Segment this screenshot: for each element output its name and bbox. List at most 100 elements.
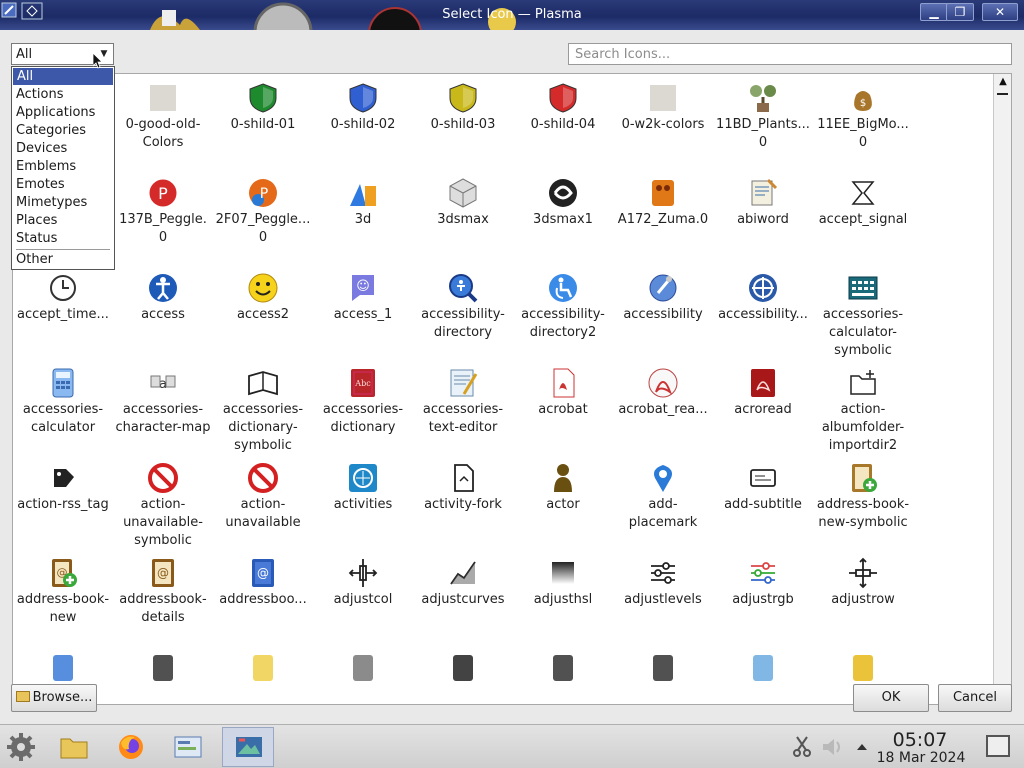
icon-cell[interactable]: Abc accessories-dictionary	[313, 363, 413, 458]
close-button[interactable]: ✕	[982, 3, 1018, 21]
icon-cell[interactable]: @ addressboo...	[213, 553, 313, 648]
dropdown-option[interactable]: Applications	[12, 104, 114, 122]
icon-cell[interactable]: adjusthsl	[513, 553, 613, 648]
icon-cell[interactable]: add-subtitle	[713, 458, 813, 553]
icon-cell[interactable]: activity-fork	[413, 458, 513, 553]
icon-cell-partial[interactable]	[113, 648, 213, 704]
icon-cell[interactable]: ☺ access_1	[313, 268, 413, 363]
icon-cell[interactable]: actor	[513, 458, 613, 553]
system-settings-icon[interactable]	[172, 731, 204, 763]
icon-cell[interactable]: address-book-new-symbolic	[813, 458, 913, 553]
icon-cell[interactable]: @ address-book-new	[13, 553, 113, 648]
icon-cell[interactable]: add-placemark	[613, 458, 713, 553]
search-input[interactable]	[568, 43, 1012, 65]
icon-cell[interactable]: 0-shild-02	[313, 78, 413, 173]
icon-cell[interactable]: @ addressbook-details	[113, 553, 213, 648]
minimize-button[interactable]: ▁	[920, 3, 948, 21]
icon-preview-icon: Abc	[346, 366, 380, 400]
cancel-button[interactable]: Cancel	[938, 684, 1012, 712]
icon-cell[interactable]: action-unavailable	[213, 458, 313, 553]
icon-cell[interactable]: adjustrgb	[713, 553, 813, 648]
icon-cell[interactable]: adjustcol	[313, 553, 413, 648]
icon-cell[interactable]: accessibility-directory	[413, 268, 513, 363]
icon-cell[interactable]: acrobat	[513, 363, 613, 458]
icon-cell[interactable]: access	[113, 268, 213, 363]
dropdown-option[interactable]: Status	[12, 230, 114, 248]
icon-cell[interactable]: accessibility	[613, 268, 713, 363]
icon-cell-partial[interactable]	[613, 648, 713, 704]
icon-cell[interactable]: adjustrow	[813, 553, 913, 648]
dropdown-option[interactable]: Emotes	[12, 176, 114, 194]
icon-cell[interactable]: A172_Zuma.0	[613, 173, 713, 268]
maximize-button[interactable]: ❐	[946, 3, 974, 21]
file-manager-icon[interactable]	[58, 731, 90, 763]
dropdown-separator	[16, 249, 110, 250]
icon-cell[interactable]: adjustlevels	[613, 553, 713, 648]
icon-cell[interactable]: adjustcurves	[413, 553, 513, 648]
icon-cell-partial[interactable]	[413, 648, 513, 704]
tray-expand-icon[interactable]	[846, 731, 867, 763]
clock-time[interactable]: 05:07	[880, 729, 960, 751]
icon-cell[interactable]: accept_signal	[813, 173, 913, 268]
icon-cell[interactable]: 3dsmax	[413, 173, 513, 268]
icon-cell[interactable]: 3dsmax1	[513, 173, 613, 268]
dropdown-option[interactable]: All	[13, 68, 113, 85]
icon-cell[interactable]: accept_time...	[13, 268, 113, 363]
icon-cell[interactable]: accessories-dictionary-symbolic	[213, 363, 313, 458]
dropdown-option[interactable]: Mimetypes	[12, 194, 114, 212]
icon-cell[interactable]: 3d	[313, 173, 413, 268]
icon-label: adjusthsl	[533, 592, 593, 607]
icon-cell[interactable]: access2	[213, 268, 313, 363]
icon-cell[interactable]: acroread	[713, 363, 813, 458]
icon-cell[interactable]: P 137B_Peggle. 0	[113, 173, 213, 268]
icon-cell[interactable]: accessibility...	[713, 268, 813, 363]
dropdown-option[interactable]: Categories	[12, 122, 114, 140]
scissors-icon[interactable]	[786, 731, 811, 763]
dropdown-option[interactable]: Other	[12, 251, 114, 269]
icon-cell[interactable]: a accessories-character-map	[113, 363, 213, 458]
icon-cell[interactable]: 0-good-old-Colors	[113, 78, 213, 173]
icon-label: accessibility	[623, 307, 703, 322]
icon-cell-partial[interactable]	[513, 648, 613, 704]
icon-cell[interactable]: accessories-text-editor	[413, 363, 513, 458]
icon-cell[interactable]: accessibility-directory2	[513, 268, 613, 363]
icon-cell[interactable]: 0-shild-01	[213, 78, 313, 173]
icon-cell[interactable]: activities	[313, 458, 413, 553]
scroll-up-icon[interactable]: ▲	[997, 76, 1009, 88]
firefox-icon[interactable]	[115, 731, 147, 763]
taskbar: 05:07 18 Mar 2024	[0, 724, 1024, 768]
icon-cell[interactable]: 0-shild-03	[413, 78, 513, 173]
folder-icon	[15, 691, 30, 702]
taskbar-task-select-icon[interactable]	[222, 727, 274, 767]
icon-cell[interactable]: acrobat_rea...	[613, 363, 713, 458]
icon-cell[interactable]: accessories-calculator	[13, 363, 113, 458]
icon-cell[interactable]: abiword	[713, 173, 813, 268]
icon-cell[interactable]: P 2F07_Peggle... 0	[213, 173, 313, 268]
icon-cell-partial[interactable]	[313, 648, 413, 704]
icon-cell[interactable]: action-albumfolder-importdir2	[813, 363, 913, 458]
volume-icon[interactable]	[816, 731, 840, 763]
scroll-thumb[interactable]	[997, 93, 1008, 97]
show-desktop-icon[interactable]	[986, 735, 1010, 757]
icon-cell[interactable]: $11EE_BigMo... 0	[813, 78, 913, 173]
icon-cell[interactable]: accessories-calculator-symbolic	[813, 268, 913, 363]
vertical-scrollbar[interactable]: ▲ ▼	[993, 74, 1011, 704]
icon-cell[interactable]: 0-w2k-colors	[613, 78, 713, 173]
dropdown-option[interactable]: Emblems	[12, 158, 114, 176]
icon-cell[interactable]: 11BD_Plants... 0	[713, 78, 813, 173]
ok-button[interactable]: OK	[853, 684, 929, 712]
icon-preview-icon: @	[246, 556, 280, 590]
application-launcher-icon[interactable]	[5, 731, 37, 763]
svg-text:@: @	[257, 566, 269, 580]
dropdown-option[interactable]: Devices	[12, 140, 114, 158]
icon-cell[interactable]: 0-shild-04	[513, 78, 613, 173]
icon-cell[interactable]: action-rss_tag	[13, 458, 113, 553]
icon-cell[interactable]: action-unavailable-symbolic	[113, 458, 213, 553]
clock-date[interactable]: 18 Mar 2024	[866, 750, 976, 766]
browse-button[interactable]: Browse...	[11, 684, 97, 712]
icon-cell-partial[interactable]	[713, 648, 813, 704]
dropdown-option[interactable]: Actions	[12, 86, 114, 104]
dropdown-option[interactable]: Places	[12, 212, 114, 230]
svg-text:P: P	[158, 184, 168, 203]
icon-cell-partial[interactable]	[213, 648, 313, 704]
